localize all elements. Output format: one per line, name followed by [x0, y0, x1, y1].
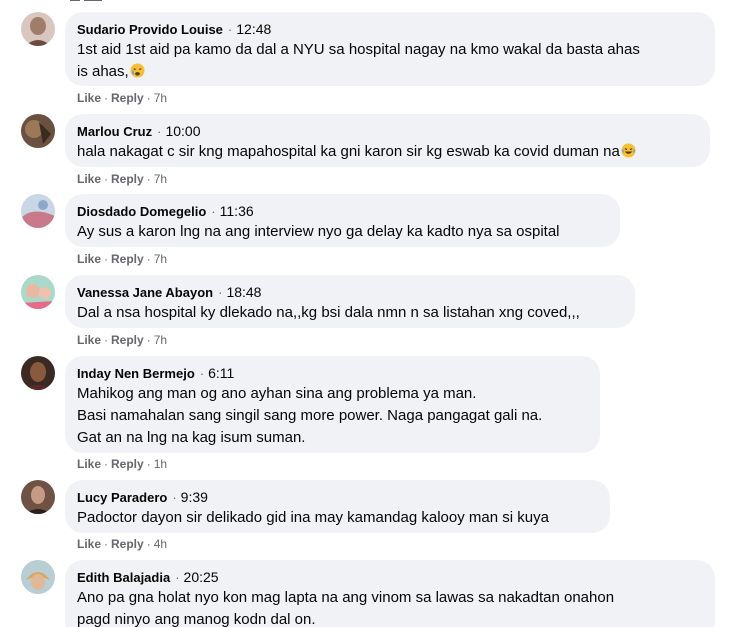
comment-timestamp[interactable]: 12:48	[236, 21, 271, 37]
comment-author[interactable]: Edith Balajadia	[77, 570, 170, 585]
truncated-previous-actions	[70, 0, 102, 1]
comment-text-line: 1st aid 1st aid pa kamo da dal a NYU sa …	[77, 41, 640, 58]
reply-button[interactable]: Reply	[111, 537, 144, 551]
comment-author[interactable]: Inday Nen Bermejo	[77, 366, 195, 381]
comment-text-line: Mahikog ang man og ano ayhan sina ang pr…	[77, 385, 477, 402]
comment-age[interactable]: 7h	[154, 333, 167, 347]
comment-actions: Like · Reply · 7h	[77, 172, 168, 186]
comment-age[interactable]: 7h	[154, 172, 167, 186]
comment-actions: Like · Reply · 7h	[77, 91, 168, 105]
laughing-face-icon	[621, 143, 636, 158]
comment-text-line: pagd ninyo ang manog kodn dal on.	[77, 611, 316, 627]
comment-bubble: Lucy Paradero · 9:39 Padoctor dayon sir de…	[65, 480, 610, 533]
comment-bubble: Inday Nen Bermejo · 6:11 Mahikog ang man o…	[65, 356, 600, 453]
avatar[interactable]	[21, 194, 55, 228]
comment-text-line: Gat an na lng na kag isum suman.	[77, 429, 306, 446]
comment-bubble: Diosdado Domegelio · 11:36 Ay sus a karon …	[65, 194, 620, 247]
avatar[interactable]	[21, 480, 55, 514]
comment-actions: Like · Reply · 4h	[77, 537, 168, 551]
like-button[interactable]: Like	[77, 333, 101, 347]
comment-timestamp[interactable]: 10:00	[165, 123, 200, 139]
reply-button[interactable]: Reply	[111, 252, 144, 266]
like-button[interactable]: Like	[77, 537, 101, 551]
comment-author[interactable]: Vanessa Jane Abayon	[77, 285, 213, 300]
comment-bubble: Marlou Cruz · 10:00 hala nakagat c sir kng…	[65, 114, 710, 167]
comment-author[interactable]: Sudario Provido Louise	[77, 22, 223, 37]
comment-timestamp[interactable]: 20:25	[184, 569, 219, 585]
comment-text-line: is ahas,	[77, 63, 129, 80]
reply-button[interactable]: Reply	[111, 333, 144, 347]
comment-actions: Like · Reply · 1h	[77, 457, 168, 471]
comment-text-line: Ay sus a karon lng na ang interview nyo …	[77, 223, 560, 240]
like-button[interactable]: Like	[77, 172, 101, 186]
comment-actions: Like · Reply · 7h	[77, 252, 168, 266]
like-button[interactable]: Like	[77, 91, 101, 105]
comment-age[interactable]: 7h	[154, 91, 167, 105]
avatar[interactable]	[21, 114, 55, 148]
avatar[interactable]	[21, 12, 55, 46]
comment-timestamp[interactable]: 18:48	[226, 284, 261, 300]
comment-age[interactable]: 7h	[154, 252, 167, 266]
comment-text-line: hala nakagat c sir kng mapahospital ka g…	[77, 143, 620, 160]
crying-face-icon	[130, 63, 145, 78]
comment-author[interactable]: Diosdado Domegelio	[77, 204, 206, 219]
comment-text-line: Ano pa gna holat nyo kon mag lapta na an…	[77, 589, 615, 606]
avatar[interactable]	[21, 560, 55, 594]
comment-bubble: Vanessa Jane Abayon · 18:48 Dal a nsa hosp…	[65, 275, 635, 328]
comment-timestamp[interactable]: 11:36	[220, 203, 254, 219]
like-button[interactable]: Like	[77, 457, 101, 471]
avatar[interactable]	[21, 356, 55, 390]
reply-button[interactable]: Reply	[111, 172, 144, 186]
like-button[interactable]: Like	[77, 252, 101, 266]
comments-feed: Sudario Provido Louise · 12:48 1st aid 1st…	[0, 0, 750, 627]
avatar[interactable]	[21, 275, 55, 309]
comment-actions: Like · Reply · 7h	[77, 333, 168, 347]
comment-text-line: Dal a nsa hospital ky dlekado na,,kg bsi…	[77, 304, 580, 321]
comment-text-line: Basi namahalan sang singil sang more pow…	[77, 407, 543, 424]
comment-text-line: Padoctor dayon sir delikado gid ina may …	[77, 509, 549, 526]
reply-button[interactable]: Reply	[111, 91, 144, 105]
comment-age[interactable]: 1h	[154, 457, 167, 471]
comment-author[interactable]: Lucy Paradero	[77, 490, 167, 505]
comment-author[interactable]: Marlou Cruz	[77, 124, 152, 139]
reply-button[interactable]: Reply	[111, 457, 144, 471]
comment-timestamp[interactable]: 6:11	[208, 365, 234, 381]
comment-timestamp[interactable]: 9:39	[181, 489, 208, 505]
comment-age[interactable]: 4h	[154, 537, 167, 551]
comment-bubble: Edith Balajadia · 20:25 Ano pa gna holat n…	[65, 560, 715, 627]
comment-bubble: Sudario Provido Louise · 12:48 1st aid 1st…	[65, 12, 715, 86]
